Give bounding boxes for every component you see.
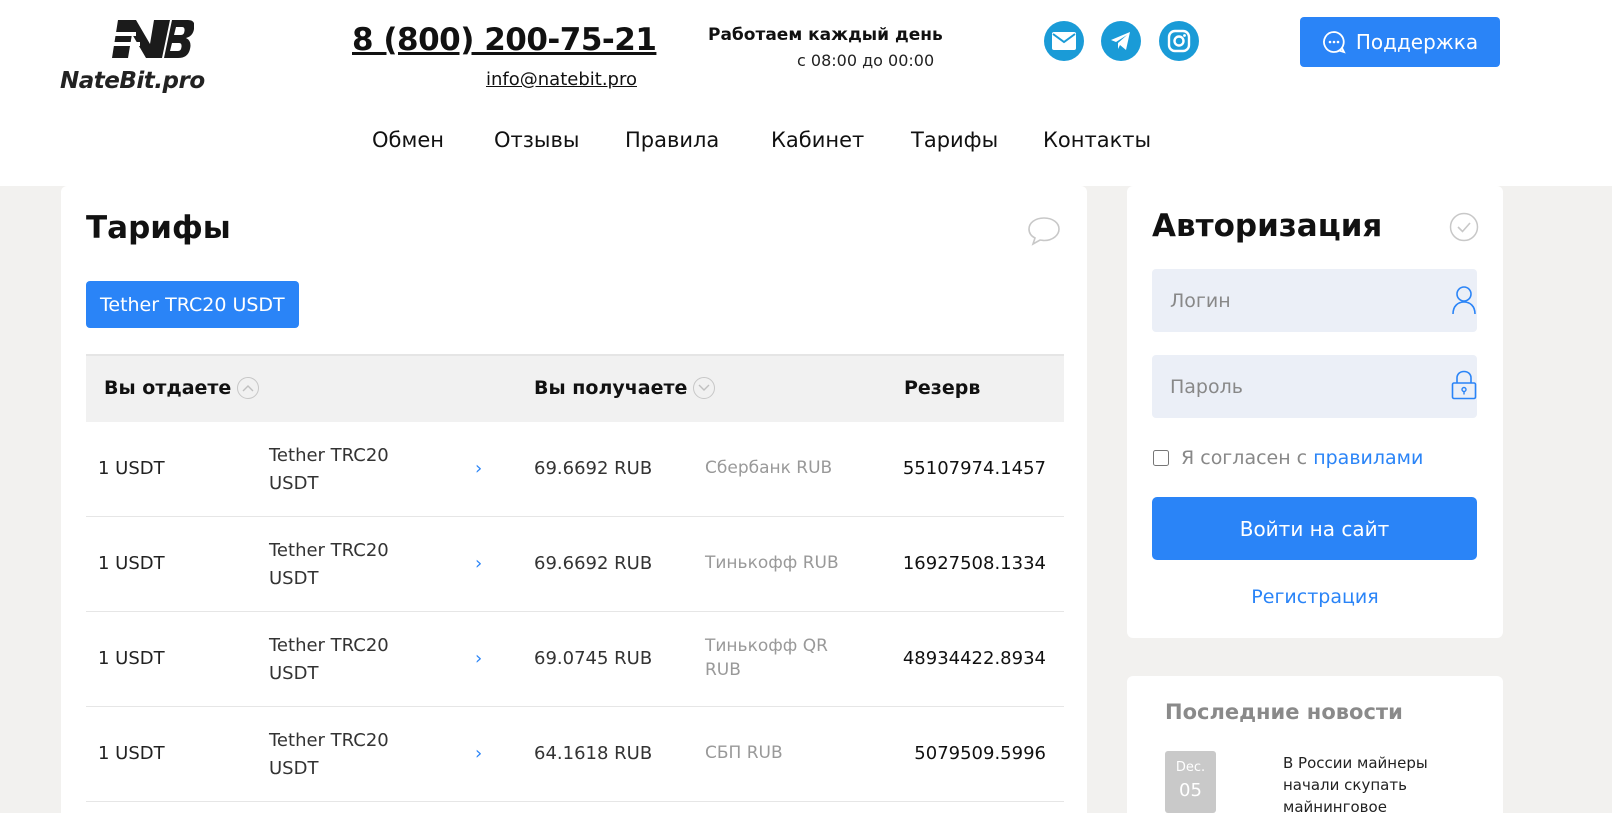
column-reserve: Резерв <box>904 377 980 399</box>
get-currency: Тинькофф RUB <box>705 553 839 573</box>
reserve-amount: 16927508.1334 <box>902 553 1046 574</box>
sort-up-icon[interactable] <box>237 377 260 399</box>
working-hours-title: Работаем каждый день <box>708 25 943 45</box>
news-day: 05 <box>1179 780 1202 801</box>
reserve-amount: 5079509.5996 <box>914 743 1046 764</box>
tariffs-table: Вы отдаете Вы получаете Резерв 1 USDT Te… <box>86 354 1064 802</box>
agree-text: Я согласен с <box>1181 447 1308 469</box>
column-get[interactable]: Вы получаете <box>534 377 716 399</box>
news-item-link[interactable]: В России майнеры начали скупать майнинго… <box>1283 752 1473 813</box>
nav-item-contacts[interactable]: Контакты <box>1043 128 1151 152</box>
login-input[interactable] <box>1152 269 1477 332</box>
give-amount: 1 USDT <box>98 458 165 479</box>
comment-icon[interactable] <box>1027 216 1061 246</box>
agree-checkbox-row[interactable]: Я согласен с правилами <box>1153 447 1423 469</box>
get-amount: 69.6692 RUB <box>534 458 653 479</box>
table-row[interactable]: 1 USDT Tether TRC20 USDT › 69.6692 RUB С… <box>86 422 1064 517</box>
chevron-right-icon: › <box>475 648 483 669</box>
phone-link[interactable]: 8 (800) 200-75-21 <box>352 22 657 58</box>
news-card: Последние новости Dec. 05 В России майне… <box>1127 676 1503 813</box>
logo[interactable]: NateBit.pro <box>60 18 250 98</box>
telegram-icon[interactable] <box>1101 21 1141 61</box>
table-row[interactable]: 1 USDT Tether TRC20 USDT › 64.1618 RUB С… <box>86 707 1064 802</box>
tariffs-card: Тарифы Tether TRC20 USDT Вы отдаете Вы п… <box>61 186 1087 813</box>
auth-card: Авторизация Я согласен с правилами Войти… <box>1127 186 1503 638</box>
give-currency: Tether TRC20 USDT <box>269 730 389 779</box>
get-amount: 69.0745 RUB <box>534 648 653 669</box>
get-currency: Тинькофф QR RUB <box>705 636 828 680</box>
get-amount: 64.1618 RUB <box>534 743 653 764</box>
site-header: NateBit.pro 8 (800) 200-75-21 info@nateb… <box>0 0 1612 186</box>
table-row[interactable]: 1 USDT Tether TRC20 USDT › 69.6692 RUB Т… <box>86 517 1064 612</box>
nav-item-exchange[interactable]: Обмен <box>372 128 444 152</box>
password-input[interactable] <box>1152 355 1477 418</box>
news-title: Последние новости <box>1165 700 1403 724</box>
support-button[interactable]: Поддержка <box>1300 17 1500 67</box>
logo-text: NateBit.pro <box>60 68 205 94</box>
nav-item-rules[interactable]: Правила <box>625 128 719 152</box>
give-amount: 1 USDT <box>98 743 165 764</box>
register-link[interactable]: Регистрация <box>1127 586 1503 608</box>
reserve-amount: 48934422.8934 <box>902 648 1046 669</box>
reserve-amount: 55107974.1457 <box>902 458 1046 479</box>
get-currency: Сбербанк RUB <box>705 458 833 478</box>
nav-item-reviews[interactable]: Отзывы <box>494 128 579 152</box>
mail-icon[interactable] <box>1044 21 1084 61</box>
column-reserve-label: Резерв <box>904 377 981 399</box>
give-currency: Tether TRC20 USDT <box>269 445 389 494</box>
logo-mark-icon <box>110 20 194 58</box>
give-currency: Tether TRC20 USDT <box>269 540 389 589</box>
column-get-label: Вы получаете <box>534 377 688 399</box>
email-link[interactable]: info@natebit.pro <box>486 69 637 90</box>
news-month: Dec. <box>1175 760 1206 775</box>
support-label: Поддержка <box>1355 30 1479 54</box>
nav-item-cabinet[interactable]: Кабинет <box>771 128 864 152</box>
login-button[interactable]: Войти на сайт <box>1152 497 1477 560</box>
main-nav: Обмен Отзывы Правила Кабинет Тарифы Конт… <box>0 128 1612 162</box>
instagram-icon[interactable] <box>1159 21 1199 61</box>
sort-down-icon[interactable] <box>693 377 716 399</box>
table-row[interactable]: 1 USDT Tether TRC20 USDT › 69.0745 RUB Т… <box>86 612 1064 707</box>
chevron-right-icon: › <box>475 458 483 479</box>
column-give[interactable]: Вы отдаете <box>104 377 260 399</box>
agree-checkbox[interactable] <box>1153 450 1169 466</box>
nav-item-tariffs[interactable]: Тарифы <box>911 128 998 152</box>
chevron-right-icon: › <box>475 743 483 764</box>
lock-icon <box>1451 370 1477 400</box>
auth-title: Авторизация <box>1152 208 1383 244</box>
get-currency: СБП RUB <box>705 743 783 763</box>
table-header: Вы отдаете Вы получаете Резерв <box>86 354 1064 422</box>
check-circle-icon <box>1449 212 1479 242</box>
tab-tether-trc20-usdt[interactable]: Tether TRC20 USDT <box>86 281 299 328</box>
news-date-badge: Dec. 05 <box>1165 751 1216 813</box>
give-amount: 1 USDT <box>98 648 165 669</box>
chevron-right-icon: › <box>475 553 483 574</box>
column-give-label: Вы отдаете <box>104 377 232 399</box>
give-amount: 1 USDT <box>98 553 165 574</box>
user-icon <box>1452 286 1476 315</box>
give-currency: Tether TRC20 USDT <box>269 635 389 684</box>
chat-bubble-icon <box>1322 31 1346 54</box>
rules-link[interactable]: правилами <box>1313 447 1423 469</box>
page-title: Тарифы <box>86 210 231 246</box>
get-amount: 69.6692 RUB <box>534 553 653 574</box>
working-hours-time: с 08:00 до 00:00 <box>797 51 935 70</box>
